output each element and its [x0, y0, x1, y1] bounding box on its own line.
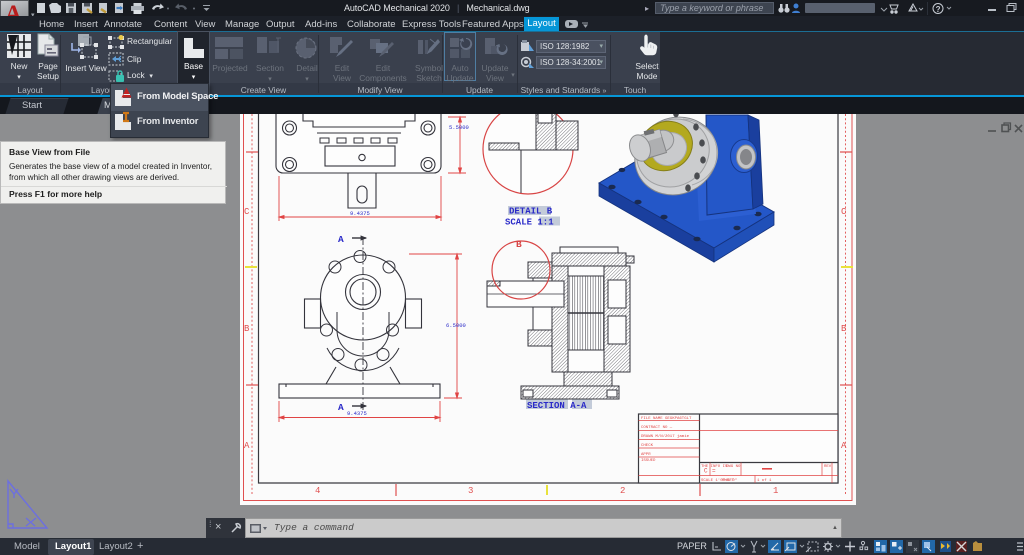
- svg-text:6.5000: 6.5000: [446, 322, 466, 329]
- svg-text:SCALE 1:1: SCALE 1:1: [505, 218, 554, 228]
- svg-text:C: C: [244, 207, 250, 217]
- svg-text:4: 4: [315, 486, 320, 496]
- svg-text:9.4375: 9.4375: [350, 210, 370, 217]
- svg-text:B: B: [516, 239, 522, 250]
- svg-text:A: A: [338, 402, 344, 413]
- svg-text:A: A: [338, 234, 344, 245]
- svg-text:1 of 1: 1 of 1: [757, 478, 772, 483]
- svg-text:ISSUED: ISSUED: [641, 459, 656, 463]
- svg-text:3: 3: [468, 486, 473, 496]
- svg-text:FILE NAME GEGKPA6TGLT: FILE NAME GEGKPA6TGLT: [641, 417, 692, 421]
- svg-text:C: C: [841, 207, 847, 217]
- svg-text:B: B: [841, 324, 847, 334]
- svg-text:SHEET: SHEET: [722, 479, 735, 483]
- svg-text:?: ?: [936, 5, 941, 14]
- svg-text:APPR: APPR: [641, 453, 651, 457]
- svg-text:SECTION A-A: SECTION A-A: [527, 401, 587, 411]
- svg-text:CHECK: CHECK: [641, 444, 654, 448]
- svg-text:B: B: [244, 324, 250, 334]
- svg-text:DETAIL B: DETAIL B: [509, 207, 553, 217]
- svg-text:C: C: [704, 468, 708, 475]
- svg-text:DRAWN M/N/2017 jamie: DRAWN M/N/2017 jamie: [641, 434, 690, 439]
- svg-text:9.4375: 9.4375: [347, 410, 367, 417]
- svg-text:A: A: [244, 441, 250, 451]
- svg-text:DWG NO: DWG NO: [726, 465, 741, 469]
- svg-text:CONTRACT NO —: CONTRACT NO —: [641, 426, 673, 430]
- svg-text:5.5000: 5.5000: [449, 124, 469, 131]
- svg-text:=: =: [712, 468, 716, 475]
- svg-text:2: 2: [620, 486, 625, 496]
- svg-text:A: A: [841, 441, 847, 451]
- svg-text:1: 1: [773, 486, 778, 496]
- svg-text:REV: REV: [824, 465, 832, 469]
